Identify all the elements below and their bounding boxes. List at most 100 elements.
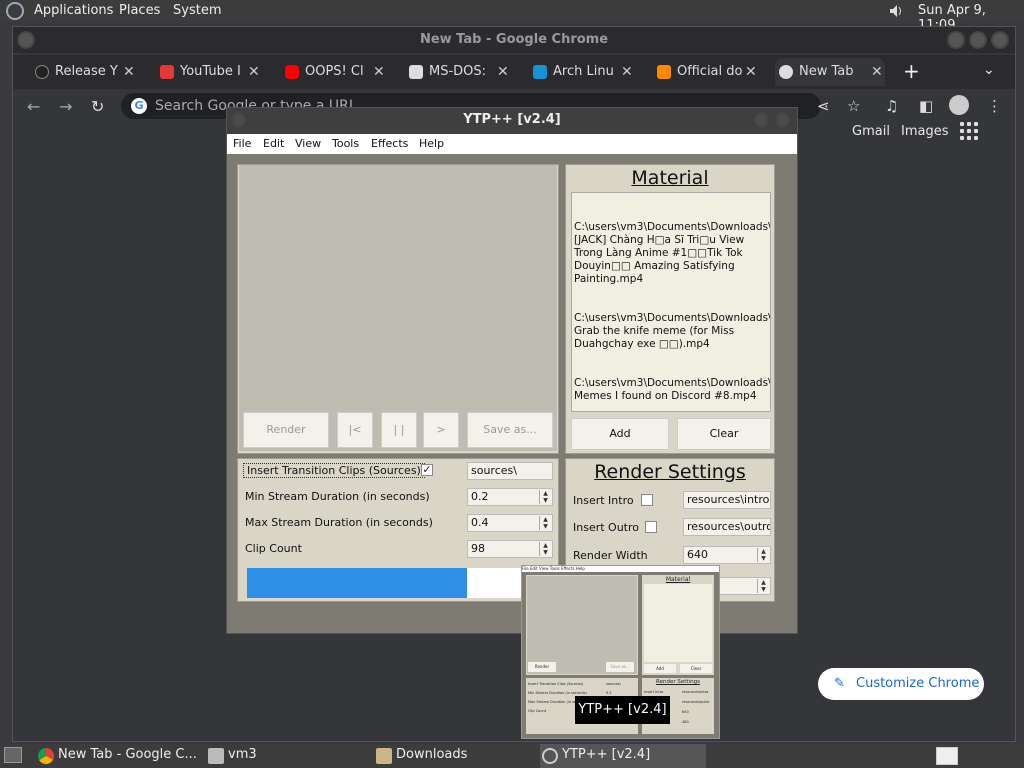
save-as-button[interactable]: Save as... bbox=[467, 412, 553, 448]
skip-start-button[interactable]: |< bbox=[337, 412, 373, 448]
intro-path-field[interactable]: resources\intro.m bbox=[683, 491, 771, 509]
places-menu[interactable]: Places bbox=[119, 3, 160, 18]
window-menu-button[interactable] bbox=[17, 31, 35, 49]
transition-sources-field[interactable]: sources\ bbox=[467, 462, 553, 480]
taskbar-item-vm3[interactable]: vm3 bbox=[206, 744, 366, 768]
applications-menu[interactable]: Applications bbox=[34, 3, 113, 18]
play-button[interactable]: > bbox=[423, 412, 459, 448]
close-tab-icon[interactable]: ✕ bbox=[373, 58, 387, 86]
gmail-link[interactable]: Gmail bbox=[852, 124, 890, 139]
close-tab-icon[interactable]: ✕ bbox=[248, 58, 262, 86]
ytp-minimize-button[interactable] bbox=[753, 112, 769, 128]
taskbar-item-downloads[interactable]: Downloads bbox=[374, 744, 534, 768]
profile-avatar-icon[interactable] bbox=[949, 95, 969, 115]
reload-icon[interactable]: ↻ bbox=[91, 97, 104, 116]
chrome-titlebar[interactable]: New Tab - Google Chrome bbox=[13, 27, 1015, 53]
share-icon[interactable]: ⋖ bbox=[817, 97, 830, 115]
thumb-render-title: Render Settings bbox=[656, 679, 700, 685]
tab-oops[interactable]: OOPS! Cl ✕ bbox=[281, 58, 387, 86]
maximize-button[interactable] bbox=[969, 31, 987, 49]
min-duration-stepper[interactable]: 0.2 ▲ ▼ bbox=[467, 488, 553, 506]
tab-arch-linux[interactable]: Arch Linu ✕ bbox=[529, 58, 635, 86]
youtube-icon bbox=[285, 65, 299, 79]
list-item[interactable]: C:\users\vm3\Documents\Downloads\ Grab t… bbox=[574, 312, 770, 351]
add-button[interactable]: Add bbox=[571, 418, 669, 450]
menu-edit[interactable]: Edit bbox=[263, 137, 284, 150]
spin-arrows-icon[interactable]: ▲ ▼ bbox=[539, 490, 551, 504]
max-duration-stepper[interactable]: 0.4 ▲ ▼ bbox=[467, 514, 553, 532]
tab-youtube-downloader[interactable]: YouTube I ✕ bbox=[156, 58, 262, 86]
menu-view[interactable]: View bbox=[295, 137, 321, 150]
close-tab-icon[interactable]: ✕ bbox=[745, 58, 759, 86]
render-width-stepper[interactable]: 640 ▲ ▼ bbox=[683, 546, 771, 564]
github-icon bbox=[35, 65, 49, 79]
thumb-menubar: File Edit View Tools Effects Help bbox=[522, 566, 719, 572]
volume-icon[interactable] bbox=[888, 3, 904, 19]
new-tab-plus-icon[interactable]: + bbox=[903, 59, 920, 83]
progress-fill bbox=[247, 568, 468, 598]
min-duration-label: Min Stream Duration (in seconds) bbox=[245, 490, 430, 503]
system-menu[interactable]: System bbox=[173, 3, 221, 18]
vlc-icon bbox=[657, 65, 671, 79]
transition-clips-checkbox[interactable]: ✓ bbox=[421, 464, 433, 476]
gnome-foot-icon[interactable] bbox=[6, 2, 24, 20]
forward-arrow-icon[interactable]: → bbox=[59, 97, 72, 116]
menu-help[interactable]: Help bbox=[419, 137, 444, 150]
outro-path-field[interactable]: resources\outro.m bbox=[683, 518, 771, 536]
clip-count-stepper[interactable]: 98 ▲ ▼ bbox=[467, 540, 553, 558]
back-arrow-icon[interactable]: ← bbox=[27, 97, 40, 116]
thumb-clear-button: Clear bbox=[680, 664, 712, 673]
close-tab-icon[interactable]: ✕ bbox=[497, 58, 511, 86]
customize-chrome-button[interactable]: ✎ Customize Chrome bbox=[818, 668, 984, 700]
tab-search-chevron-icon[interactable]: ⌄ bbox=[983, 62, 995, 78]
close-tab-icon[interactable]: ✕ bbox=[621, 58, 635, 86]
insert-outro-checkbox[interactable] bbox=[645, 521, 657, 533]
tab-release[interactable]: Release Y ✕ bbox=[31, 58, 137, 86]
thumb-save-button: Save as... bbox=[606, 662, 634, 672]
spin-arrows-icon[interactable]: ▲ ▼ bbox=[757, 548, 769, 562]
insert-intro-checkbox[interactable] bbox=[641, 494, 653, 506]
minimize-button[interactable] bbox=[947, 31, 965, 49]
ytp-titlebar[interactable]: YTP++ [v2.4] bbox=[227, 108, 797, 134]
material-title: Material bbox=[631, 167, 709, 189]
google-g-icon: G bbox=[131, 98, 147, 114]
bookmark-star-icon[interactable]: ☆ bbox=[847, 97, 860, 115]
pause-button[interactable]: | | bbox=[381, 412, 417, 448]
render-button[interactable]: Render bbox=[243, 412, 329, 448]
side-panel-icon[interactable]: ◧ bbox=[919, 97, 933, 115]
ytp-close-button[interactable] bbox=[775, 112, 791, 128]
media-controls-icon[interactable]: ♫ bbox=[885, 97, 898, 115]
spin-arrows-icon[interactable]: ▲ ▼ bbox=[757, 579, 769, 593]
menu-tools[interactable]: Tools bbox=[332, 137, 359, 150]
clear-button[interactable]: Clear bbox=[677, 418, 771, 450]
list-item[interactable]: C:\users\vm3\Documents\Downloads\ Memes … bbox=[574, 377, 770, 403]
google-apps-grid-icon[interactable] bbox=[960, 122, 978, 140]
menu-effects[interactable]: Effects bbox=[371, 137, 408, 150]
close-tab-icon[interactable]: ✕ bbox=[123, 58, 137, 86]
taskbar-item-ytp[interactable]: YTP++ [v2.4] bbox=[540, 744, 706, 768]
menu-file[interactable]: File bbox=[233, 137, 251, 150]
bottom-panel: New Tab - Google C... vm3 Downloads YTP+… bbox=[0, 744, 1024, 768]
render-width-label: Render Width bbox=[573, 549, 648, 562]
close-tab-icon[interactable]: ✕ bbox=[871, 58, 885, 86]
render-settings-title: Render Settings bbox=[594, 461, 746, 483]
insert-outro-label: Insert Outro bbox=[573, 521, 639, 534]
material-list[interactable]: C:\users\vm3\Documents\Downloads\ [JACK]… bbox=[571, 192, 771, 412]
close-window-button[interactable] bbox=[991, 31, 1009, 49]
tab-official-docs[interactable]: Official do ✕ bbox=[653, 58, 759, 86]
kebab-menu-icon[interactable]: ⋮ bbox=[987, 97, 1002, 115]
taskbar-item-chrome[interactable]: New Tab - Google C... bbox=[36, 744, 200, 768]
tab-new-tab[interactable]: New Tab ✕ bbox=[775, 58, 885, 86]
thumb-material-title: Material bbox=[665, 576, 691, 583]
pencil-icon: ✎ bbox=[834, 676, 845, 691]
spin-arrows-icon[interactable]: ▲ ▼ bbox=[539, 542, 551, 556]
images-link[interactable]: Images bbox=[901, 124, 949, 139]
tab-strip: Release Y ✕ YouTube I ✕ OOPS! Cl ✕ MS-DOS: ✕… bbox=[13, 55, 1015, 89]
tab-ms-dos[interactable]: MS-DOS: ✕ bbox=[405, 58, 511, 86]
spin-arrows-icon[interactable]: ▲ ▼ bbox=[539, 516, 551, 530]
show-desktop-icon[interactable] bbox=[4, 747, 22, 763]
list-item[interactable]: C:\users\vm3\Documents\Downloads\ [JACK]… bbox=[574, 221, 770, 286]
transition-clips-label: Insert Transition Clips (Sources) bbox=[243, 463, 425, 478]
workspace-switcher[interactable] bbox=[936, 747, 958, 765]
ytp-window-menu-button[interactable] bbox=[231, 112, 247, 128]
